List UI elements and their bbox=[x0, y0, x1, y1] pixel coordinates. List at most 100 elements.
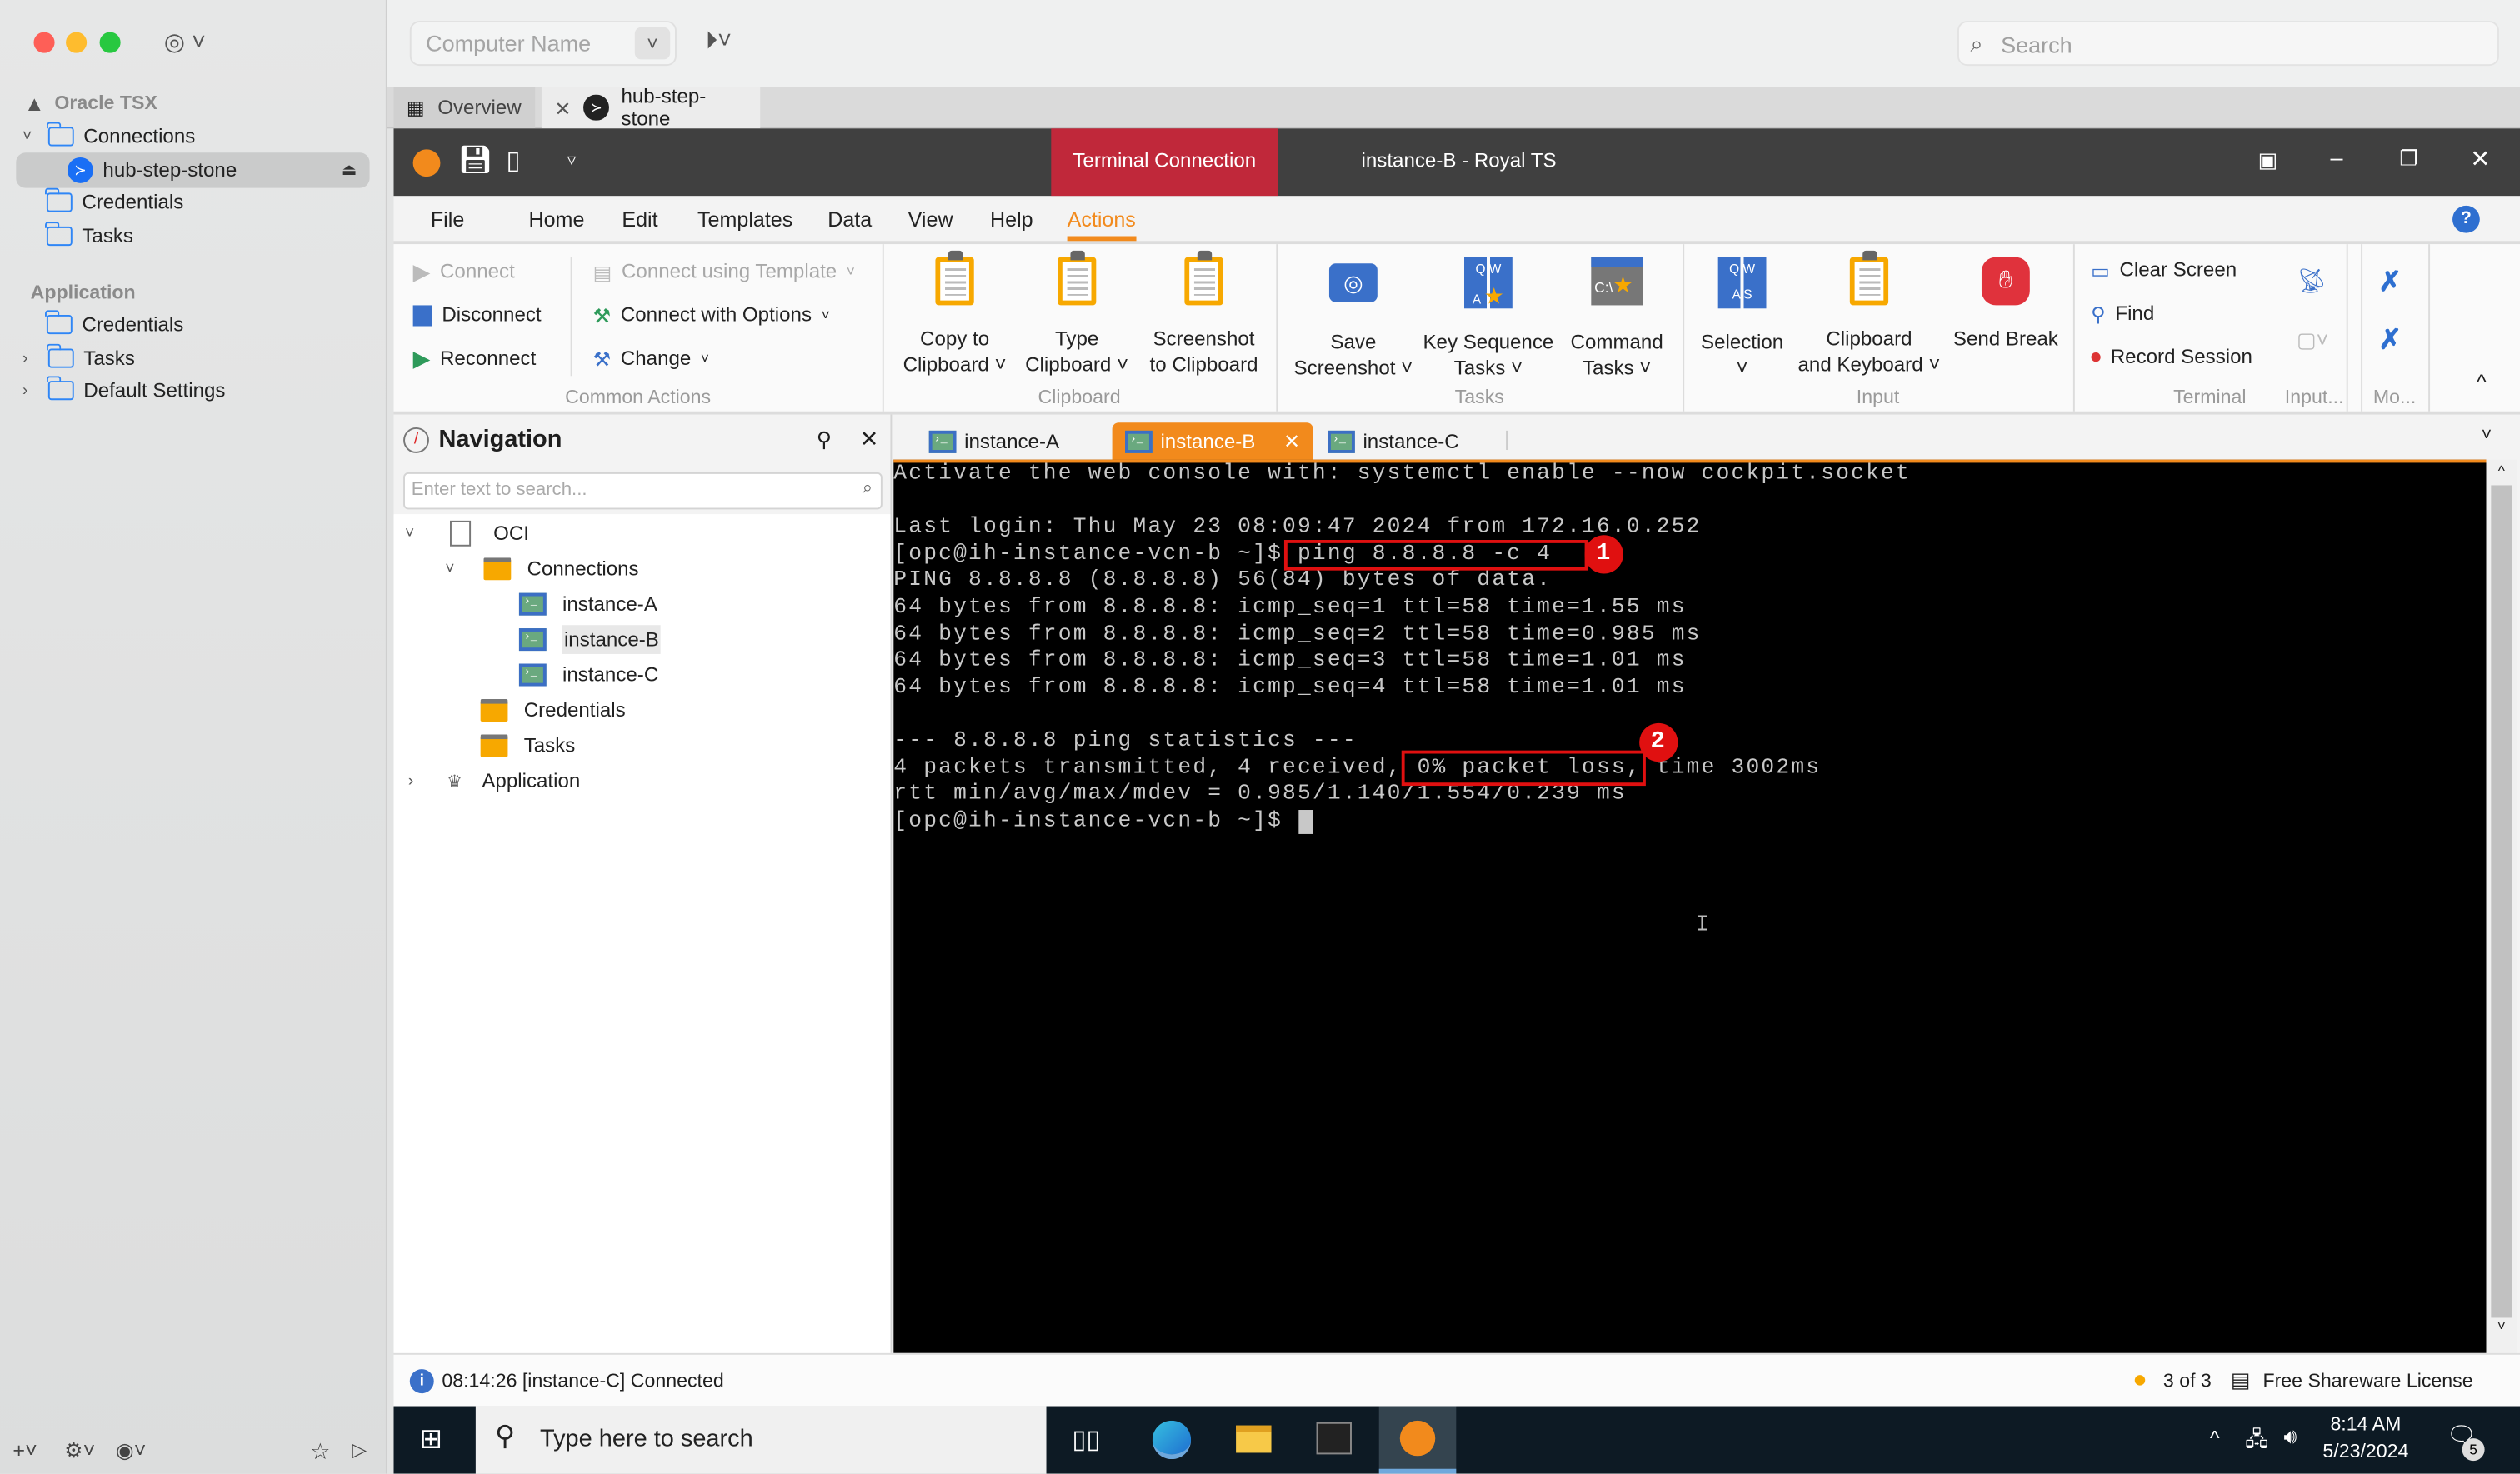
tree-item-credentials[interactable]: Credentials bbox=[480, 694, 626, 727]
close-icon[interactable]: ✕ bbox=[2470, 145, 2490, 174]
menu-actions[interactable]: Actions bbox=[1068, 207, 1136, 232]
tree-item-instance-b[interactable]: ›_ instance-B bbox=[518, 623, 661, 656]
sidebar-item-credentials[interactable]: Credentials bbox=[45, 187, 183, 219]
doc-tab-instance-b[interactable]: ›_ instance-B ✕ bbox=[1112, 422, 1313, 460]
play-icon[interactable]: ▷ bbox=[352, 1438, 367, 1461]
command-tasks-button[interactable]: C:\★ Command Tasks ˅ bbox=[1554, 257, 1679, 382]
menu-data[interactable]: Data bbox=[828, 207, 872, 232]
find-button[interactable]: ⚲ Find bbox=[2091, 299, 2154, 328]
selection-button[interactable]: Q WA S Selection ˅ bbox=[1689, 257, 1795, 382]
sidebar-item-default-settings[interactable]: › Default Settings bbox=[22, 374, 225, 407]
key-sequence-tasks-button[interactable]: Q WA ★ Key Sequence Tasks ˅ bbox=[1422, 257, 1554, 382]
tab-list-dropdown-icon[interactable]: ˅ bbox=[2482, 426, 2492, 445]
zoom-window-button[interactable] bbox=[99, 32, 121, 53]
eject-icon[interactable]: ⏏ bbox=[342, 162, 357, 179]
layout-icon[interactable]: ▣ bbox=[2258, 147, 2278, 173]
close-tab-icon[interactable]: ✕ bbox=[1283, 429, 1300, 453]
record-session-button[interactable]: ⏺ Record Session bbox=[2091, 342, 2252, 372]
sidebar-item-tasks[interactable]: Tasks bbox=[45, 220, 133, 252]
close-tab-icon[interactable]: ✕ bbox=[554, 96, 571, 120]
minimize-window-button[interactable] bbox=[66, 32, 88, 53]
notification-count[interactable]: 3 of 3 bbox=[2163, 1369, 2212, 1392]
clipboard-and-keyboard-button[interactable]: Clipboard and Keyboard ˅ bbox=[1795, 250, 1942, 378]
mobaxterm-icon[interactable]: ✗ bbox=[2378, 267, 2401, 299]
help-icon[interactable]: ? bbox=[2452, 205, 2480, 233]
chevron-down-icon[interactable]: ˅ bbox=[634, 27, 671, 60]
task-view-icon[interactable]: ▯▯ bbox=[1072, 1424, 1100, 1457]
copy-to-clipboard-button[interactable]: Copy to Clipboard ˅ bbox=[895, 250, 1014, 378]
sidebar-item-hub-step-stone[interactable]: ≻ hub-step-stone ⏏ bbox=[16, 152, 370, 188]
tree-item-instance-a[interactable]: ›_ instance-A bbox=[518, 588, 658, 621]
mobaxterm-icon-2[interactable]: ✗ bbox=[2378, 325, 2401, 357]
close-window-button[interactable] bbox=[33, 32, 55, 53]
doc-tab-instance-a[interactable]: ›_ instance-A bbox=[916, 422, 1072, 459]
minimize-icon[interactable]: – bbox=[2330, 145, 2342, 171]
show-hidden-icons[interactable]: ^ bbox=[2210, 1426, 2220, 1450]
target-menu-icon[interactable]: ◎ ˅ bbox=[164, 27, 206, 57]
sidebar-item-app-credentials[interactable]: Credentials bbox=[45, 308, 183, 341]
network-icon[interactable]: 🖧︎ bbox=[2245, 1426, 2268, 1461]
chevron-right-icon[interactable]: › bbox=[408, 772, 424, 790]
menu-home[interactable]: Home bbox=[529, 207, 585, 232]
tree-item-oci[interactable]: ˅ OCI bbox=[405, 517, 529, 550]
tab-overview[interactable]: ▦ Overview bbox=[393, 87, 536, 129]
connect-button[interactable]: ▶ Connect bbox=[413, 257, 515, 287]
chevron-down-icon[interactable]: ˅ bbox=[445, 560, 461, 577]
change-button[interactable]: ⚒ Change ˅ bbox=[593, 344, 709, 373]
tree-item-connections[interactable]: ˅ Connections bbox=[445, 552, 639, 585]
sidebar-item-connections[interactable]: ˅ Connections bbox=[22, 121, 195, 153]
wireless-device-icon[interactable]: ▢˅ bbox=[2297, 327, 2328, 353]
license-status[interactable]: Free Shareware License bbox=[2262, 1369, 2472, 1392]
scroll-down-icon[interactable]: ˅ bbox=[2487, 1317, 2518, 1333]
new-document-icon[interactable]: ▯ bbox=[507, 145, 521, 177]
clear-screen-button[interactable]: ▭ Clear Screen bbox=[2091, 256, 2237, 285]
restore-icon[interactable]: ❐ bbox=[2399, 147, 2418, 172]
tree-item-tasks[interactable]: Tasks bbox=[480, 730, 575, 762]
star-icon[interactable]: ☆ bbox=[310, 1438, 330, 1466]
lightbulb-icon[interactable]: ● bbox=[2132, 1366, 2147, 1393]
connect-with-options-button[interactable]: ⚒ Connect with Options ˅ bbox=[593, 301, 830, 330]
user-menu-icon[interactable]: ◉˅ bbox=[116, 1438, 147, 1464]
tree-item-application[interactable]: › ♛ Application bbox=[408, 765, 580, 797]
volume-icon[interactable]: 🔊︎ bbox=[2284, 1424, 2298, 1450]
taskbar-search-input[interactable]: ⚲ Type here to search bbox=[475, 1406, 1047, 1474]
computer-name-combo[interactable]: Computer Name ˅ bbox=[409, 21, 677, 67]
workspace-header[interactable]: ▲ Oracle TSX bbox=[24, 87, 158, 119]
screenshot-to-clipboard-button[interactable]: Screenshot to Clipboard bbox=[1139, 250, 1268, 378]
scroll-up-icon[interactable]: ^ bbox=[2487, 462, 2518, 478]
antenna-icon[interactable]: 📡︎ bbox=[2297, 267, 2328, 296]
quick-access-dropdown-icon[interactable]: ▿ bbox=[568, 149, 577, 170]
menu-help[interactable]: Help bbox=[990, 207, 1033, 232]
reconnect-button[interactable]: ▶ Reconnect bbox=[413, 344, 537, 373]
terminal-app-icon[interactable] bbox=[1316, 1422, 1352, 1455]
send-break-button[interactable]: ✋︎ Send Break bbox=[1947, 257, 2066, 353]
gear-icon[interactable]: ⚙˅ bbox=[64, 1438, 95, 1464]
terminal-output[interactable]: Activate the web console with: systemctl… bbox=[893, 459, 2487, 1353]
windows-start-icon[interactable]: ⊞ bbox=[419, 1424, 442, 1457]
royal-ts-taskbar-button[interactable] bbox=[1378, 1406, 1457, 1474]
terminal-scrollbar[interactable]: ^ ˅ bbox=[2486, 459, 2518, 1353]
tree-item-instance-c[interactable]: ›_ instance-C bbox=[518, 659, 658, 692]
menu-file[interactable]: File bbox=[431, 207, 464, 232]
search-input[interactable]: ⌕ Search bbox=[1958, 21, 2499, 67]
scrollbar-thumb[interactable] bbox=[2491, 485, 2512, 1318]
save-icon[interactable]: 💾︎ bbox=[458, 145, 493, 177]
pin-icon[interactable]: ⚲ bbox=[817, 427, 832, 453]
doc-tab-instance-c[interactable]: ›_ instance-C bbox=[1315, 422, 1472, 459]
play-menu-icon[interactable]: ⏵˅ bbox=[706, 27, 732, 55]
file-explorer-icon[interactable] bbox=[1236, 1425, 1272, 1453]
edge-icon[interactable] bbox=[1152, 1420, 1192, 1460]
chevron-down-icon[interactable]: ˅ bbox=[22, 127, 38, 145]
menu-templates[interactable]: Templates bbox=[698, 207, 792, 232]
navigation-search-input[interactable]: Enter text to search... ⌕ bbox=[403, 472, 882, 510]
menu-edit[interactable]: Edit bbox=[622, 207, 658, 232]
chevron-right-icon[interactable]: › bbox=[22, 349, 38, 367]
type-clipboard-button[interactable]: Type Clipboard ˅ bbox=[1018, 250, 1137, 378]
connect-using-template-button[interactable]: ▤ Connect using Template ˅ bbox=[593, 257, 855, 287]
chevron-right-icon[interactable]: › bbox=[22, 382, 38, 399]
add-icon[interactable]: +˅ bbox=[12, 1438, 37, 1462]
chevron-down-icon[interactable]: ˅ bbox=[405, 525, 421, 542]
taskbar-clock[interactable]: 8:14 AM 5/23/2024 bbox=[2316, 1412, 2416, 1462]
menu-view[interactable]: View bbox=[908, 207, 953, 232]
disconnect-button[interactable]: Disconnect bbox=[412, 301, 542, 330]
